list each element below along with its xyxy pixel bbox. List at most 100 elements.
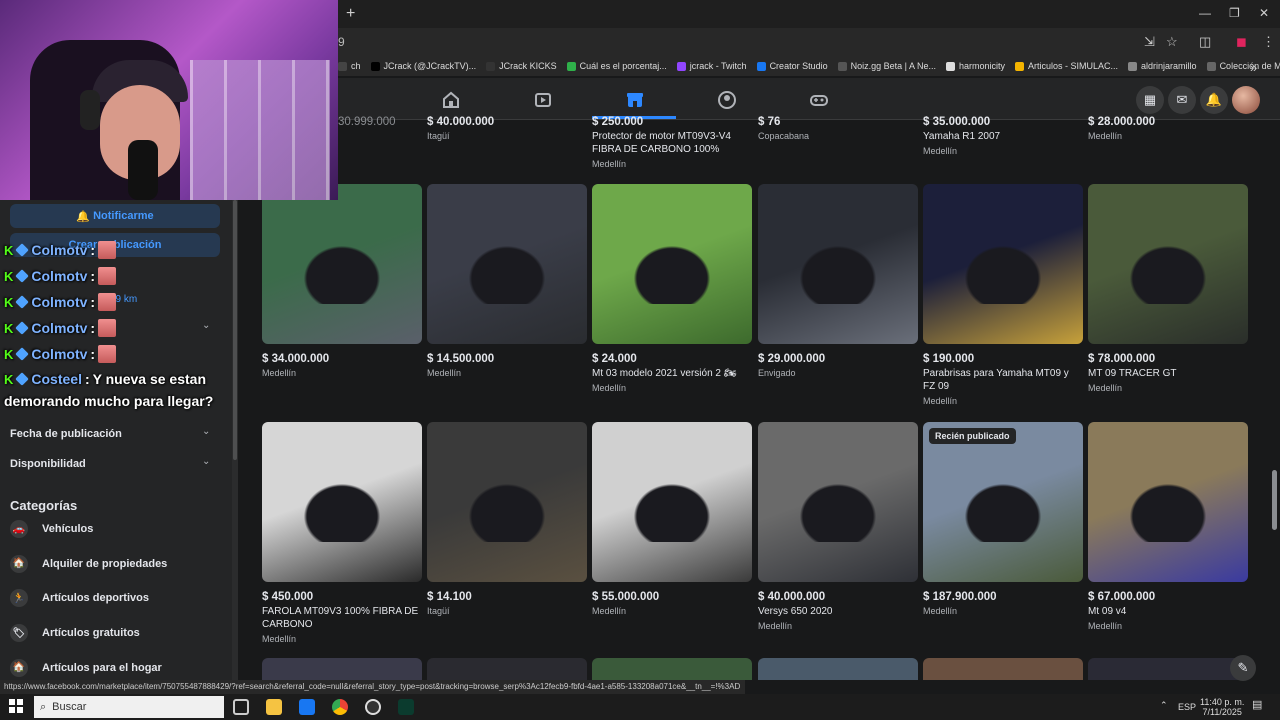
listing-image[interactable] xyxy=(1088,422,1248,582)
filter-date[interactable]: Fecha de publicación xyxy=(10,428,122,440)
groups-icon[interactable] xyxy=(717,90,737,110)
menu-icon[interactable]: ⋮ xyxy=(1262,34,1275,50)
category-item[interactable]: 🏠 Alquiler de propiedades xyxy=(10,554,167,573)
notifications-icon[interactable]: 🔔 xyxy=(1200,86,1228,114)
listing-image[interactable] xyxy=(427,184,587,344)
video-icon[interactable] xyxy=(533,90,553,110)
bookmark-item[interactable]: JCrack (@JCrackTV)... xyxy=(370,61,476,71)
listing-image[interactable] xyxy=(427,422,587,582)
chrome-icon[interactable] xyxy=(332,699,348,715)
bookmark-item[interactable]: Articulos - SIMULAC... xyxy=(1015,61,1118,71)
gaming-icon[interactable] xyxy=(809,90,829,110)
listing-image[interactable] xyxy=(262,658,422,680)
listing-image[interactable] xyxy=(592,184,752,344)
listing-card[interactable]: Recién publicado $ 187.900.000 Medellín xyxy=(923,422,1083,616)
bookmark-item[interactable]: Colección de M_blei... xyxy=(1206,61,1280,71)
bookmark-item[interactable]: Cuál es el porcentaj... xyxy=(566,61,667,71)
language-indicator[interactable]: ESP xyxy=(1178,702,1196,712)
listing-image[interactable] xyxy=(758,184,918,344)
listing-card[interactable]: $ 40.000.000 Itagüí xyxy=(427,116,587,141)
messenger-icon[interactable]: ✉ xyxy=(1168,86,1196,114)
listing-card[interactable]: $ 40.000.000 Versys 650 2020 Medellín xyxy=(758,422,918,631)
main-scrollbar[interactable] xyxy=(1270,120,1278,678)
listing-image[interactable] xyxy=(923,184,1083,344)
home-icon[interactable] xyxy=(441,90,461,110)
filter-availability[interactable]: Disponibilidad xyxy=(10,458,86,470)
listing-image[interactable] xyxy=(758,658,918,680)
sidebar-scrollbar[interactable] xyxy=(232,200,238,680)
chat-separator: : xyxy=(90,346,96,362)
marketplace-icon[interactable] xyxy=(625,90,645,110)
listing-card[interactable]: $ 67.000.000 Mt 09 v4 Medellín xyxy=(1088,422,1248,631)
outlook-icon[interactable] xyxy=(299,699,315,715)
terminal-icon[interactable] xyxy=(398,699,414,715)
bookmark-item[interactable]: Creator Studio xyxy=(756,61,828,71)
category-item[interactable]: 🏷 Artículos gratuitos xyxy=(10,624,140,643)
obs-icon[interactable] xyxy=(365,699,381,715)
menu-grid-icon[interactable]: ▦ xyxy=(1136,86,1164,114)
listing-image[interactable] xyxy=(923,658,1083,680)
chevron-down-icon[interactable]: ⌄ xyxy=(202,320,210,331)
listing-card[interactable]: $ 55.000.000 Medellín xyxy=(592,422,752,616)
taskbar-search[interactable]: ⌕ Buscar xyxy=(34,696,224,718)
category-item[interactable]: 🚗 Vehículos xyxy=(10,520,93,538)
extensions-icon[interactable]: ◫ xyxy=(1199,34,1211,50)
subscriber-badge-icon xyxy=(15,321,30,335)
install-app-icon[interactable]: ⇲ xyxy=(1144,34,1155,50)
listing-card[interactable]: $ 76 Copacabana xyxy=(758,116,918,141)
listing-card[interactable]: $ 34.000.000 Medellín xyxy=(262,184,422,378)
close-button[interactable]: ✕ xyxy=(1259,6,1269,20)
category-item[interactable]: 🏃 Artículos deportivos xyxy=(10,589,149,608)
chevron-down-icon[interactable]: ⌄ xyxy=(202,426,210,437)
windows-start-icon[interactable] xyxy=(9,699,23,713)
bookmarks-overflow-icon[interactable]: » xyxy=(1250,60,1257,75)
restore-button[interactable]: ❐ xyxy=(1229,6,1240,20)
bookmark-item[interactable]: aldrinjaramillo xyxy=(1128,61,1197,71)
listing-card[interactable]: $ 190.000 Parabrisas para Yamaha MT09 y F… xyxy=(923,184,1083,406)
subscriber-badge-icon xyxy=(15,372,30,386)
listing-image[interactable]: Recién publicado xyxy=(923,422,1083,582)
new-tab-button[interactable]: + xyxy=(346,5,355,23)
bookmark-item[interactable]: ch xyxy=(338,61,361,71)
notify-button[interactable]: 🔔 Notificarme xyxy=(10,204,220,228)
listing-image[interactable] xyxy=(758,422,918,582)
listing-card[interactable]: $ 14.500.000 Medellín xyxy=(427,184,587,378)
listing-card[interactable]: $ 78.000.000 MT 09 TRACER GT Medellín xyxy=(1088,184,1248,393)
bookmark-item[interactable]: harmonicity xyxy=(945,61,1005,71)
listing-card[interactable]: $ 29.000.000 Envigado xyxy=(758,184,918,378)
file-explorer-icon[interactable] xyxy=(266,699,282,715)
listing-card[interactable]: $ 250.000 Protector de motor MT09V3-V4 FI… xyxy=(592,116,752,169)
listing-image[interactable] xyxy=(1088,658,1248,680)
listing-image[interactable] xyxy=(592,422,752,582)
url-text[interactable]: 9 xyxy=(338,35,345,49)
bookmark-item[interactable]: JCrack KICKS xyxy=(486,61,557,71)
task-view-icon[interactable] xyxy=(233,699,249,715)
listing-image[interactable] xyxy=(1088,184,1248,344)
listing-card[interactable]: $ 35.000.000 Yamaha R1 2007 Medellín xyxy=(923,116,1083,156)
listing-card[interactable]: $ 24.000 Mt 03 modelo 2021 versión 2 🏍 Med… xyxy=(592,184,752,393)
listing-card[interactable]: $ 14.100 Itagüí xyxy=(427,422,587,616)
bookmark-item[interactable]: jcrack - Twitch xyxy=(676,61,747,71)
bookmark-item[interactable]: Noiz.gg Beta | A Ne... xyxy=(837,61,936,71)
listing-loc: Medellín xyxy=(592,606,627,616)
compose-icon[interactable]: ✎ xyxy=(1230,655,1256,681)
listing-image[interactable] xyxy=(427,658,587,680)
listing-image[interactable] xyxy=(262,422,422,582)
bookmark-icon xyxy=(756,61,766,71)
category-item[interactable]: 🏠 Artículos para el hogar xyxy=(10,658,162,677)
listing-card[interactable]: $ 28.000.000 Medellín xyxy=(1088,116,1248,141)
listing-image[interactable] xyxy=(262,184,422,344)
listing-card[interactable]: $ 450.000 FAROLA MT09V3 100% FIBRA DE CAR… xyxy=(262,422,422,644)
listing-price: $ 78.000.000 xyxy=(1088,353,1156,365)
listing-title: Mt 03 modelo 2021 versión 2 🏍 xyxy=(592,368,737,379)
avatar[interactable] xyxy=(1232,86,1260,114)
minimize-button[interactable]: — xyxy=(1199,6,1211,20)
profile-extension-icon[interactable]: ◼ xyxy=(1236,34,1247,50)
listing-image[interactable] xyxy=(592,658,752,680)
star-icon[interactable]: ☆ xyxy=(1166,34,1178,50)
clock[interactable]: 11:40 p. m. 7/11/2025 xyxy=(1200,697,1244,717)
listing-price: $ 250.000 xyxy=(592,116,644,128)
notification-center-icon[interactable]: ▤ xyxy=(1252,700,1262,711)
chevron-down-icon[interactable]: ⌄ xyxy=(202,456,210,467)
tray-chevron-icon[interactable]: ⌃ xyxy=(1160,700,1168,710)
